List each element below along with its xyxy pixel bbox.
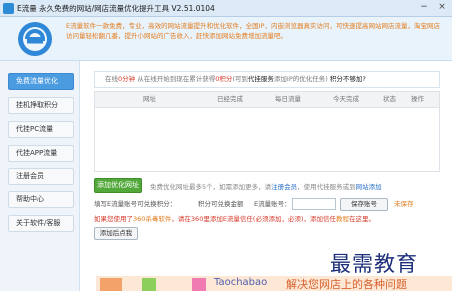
col-url: 网址 (143, 95, 156, 103)
url-table-body[interactable] (94, 108, 440, 172)
warn-part3: ，必须)，添加信任 (281, 215, 337, 223)
sidebar-item-earn-points[interactable]: 挂机挣取积分 (8, 97, 74, 114)
sidebar-item-about[interactable]: 关于软件/客服 (8, 215, 74, 232)
title-bar: E流量 永久免费的网站/网店流量优化提升工具 V2.51.0104 − × (0, 0, 452, 17)
login-label: 填写E流量账号可兑换积分： (94, 200, 177, 208)
quickstart-button[interactable]: 添加后点我 (94, 227, 138, 240)
status-row: 在线0分钟 从在线开始到现在累计获得0积分(可到代挂服务添加IP的优化任务) 积… (94, 71, 440, 88)
online-time: 0分钟 (118, 75, 136, 83)
account-input[interactable] (292, 198, 336, 210)
col-status: 状态 (383, 95, 396, 103)
warn-part2: ，请在 (171, 215, 191, 223)
service-link[interactable]: 代挂服务 (248, 75, 274, 83)
warn-trust: 360里添加E流量信任(必须添加 (190, 215, 282, 223)
warn-part1: 如果您使用了 (94, 215, 133, 223)
points-count: 0积分 (215, 75, 233, 83)
points-question-link[interactable]: 积分不够加? (330, 75, 366, 83)
minimize-icon[interactable]: − (418, 1, 430, 13)
sync-link[interactable]: 网站添加 (356, 183, 382, 191)
e-logo-icon (18, 22, 52, 56)
add-note: 免费优化网址最多5个，如需添加更多，请注册会员，使用代挂服务或到网站添加 (150, 181, 382, 191)
unsaved-status: 未保存 (394, 200, 414, 208)
close-icon[interactable]: × (436, 1, 448, 13)
col-action: 操作 (411, 95, 424, 103)
col-daily: 每日流量 (275, 95, 301, 103)
warning-row: 如果您使用了360杀毒软件，请在360里添加E流量信任(必须添加，必须)，添加信… (94, 213, 375, 223)
sidebar-item-pc-traffic[interactable]: 代挂PC流量 (8, 121, 74, 138)
gift-icon (192, 278, 206, 291)
col-today: 今天完成 (333, 95, 359, 103)
watermark-text: 最需教育 (330, 252, 418, 276)
leaf-icon (142, 278, 156, 291)
add-url-button[interactable]: 添加优化网址 (94, 178, 142, 193)
sidebar-item-free-optimize[interactable]: 免费流量优化 (8, 73, 74, 90)
cart-icon (100, 278, 122, 291)
sidebar: 免费流量优化 挂机挣取积分 代挂PC流量 代挂APP流量 注册会员 帮助中心 关… (0, 61, 80, 291)
tutorial-link[interactable]: 教程 (336, 215, 349, 223)
add-note-prefix: 免费优化网址最多5个，如需添加更多，请 (150, 183, 272, 191)
warn-part4: 在这里。 (349, 215, 376, 223)
status-mid: 从在线开始到现在累计获得 (137, 75, 216, 83)
status-prefix: 在线 (105, 75, 118, 83)
add-note-suffix: ，使用代挂服务或到 (297, 183, 356, 191)
save-account-button[interactable]: 保存账号 (340, 198, 388, 211)
header-banner: E流量软件一款免费，专业，高效的网站流量提升和优化软件，全国IP，内嵌浏览器真实… (0, 17, 452, 61)
account-label: E流量账号： (254, 200, 291, 208)
exchange-label: 积分可兑换金额 (198, 200, 244, 208)
banner-slogan: 解决您网店上的各种问题 (286, 278, 407, 291)
table-header: 网址 已经完成 每日流量 今天完成 状态 操作 (94, 91, 440, 108)
sidebar-item-app-traffic[interactable]: 代挂APP流量 (8, 145, 74, 162)
col-completed: 已经完成 (217, 95, 243, 103)
status-tail: (可到 (232, 75, 248, 83)
register-link[interactable]: 注册会员 (271, 183, 297, 191)
window-title: E流量 永久免费的网站/网店流量优化提升工具 V2.51.0104 (17, 4, 215, 13)
sidebar-item-help[interactable]: 帮助中心 (8, 191, 74, 208)
status-tail2: 添加IP的优化任务) (273, 75, 328, 83)
intro-text: E流量软件一款免费，专业，高效的网站流量提升和优化软件，全国IP，内嵌浏览器真实… (66, 22, 440, 40)
app-icon (3, 3, 14, 14)
warn-360: 360杀毒软件 (133, 215, 172, 223)
banner-brand: Taochabao (214, 277, 268, 288)
ad-banner[interactable]: Taochabao 解决您网店上的各种问题 (96, 276, 452, 291)
sidebar-item-register[interactable]: 注册会员 (8, 168, 74, 185)
